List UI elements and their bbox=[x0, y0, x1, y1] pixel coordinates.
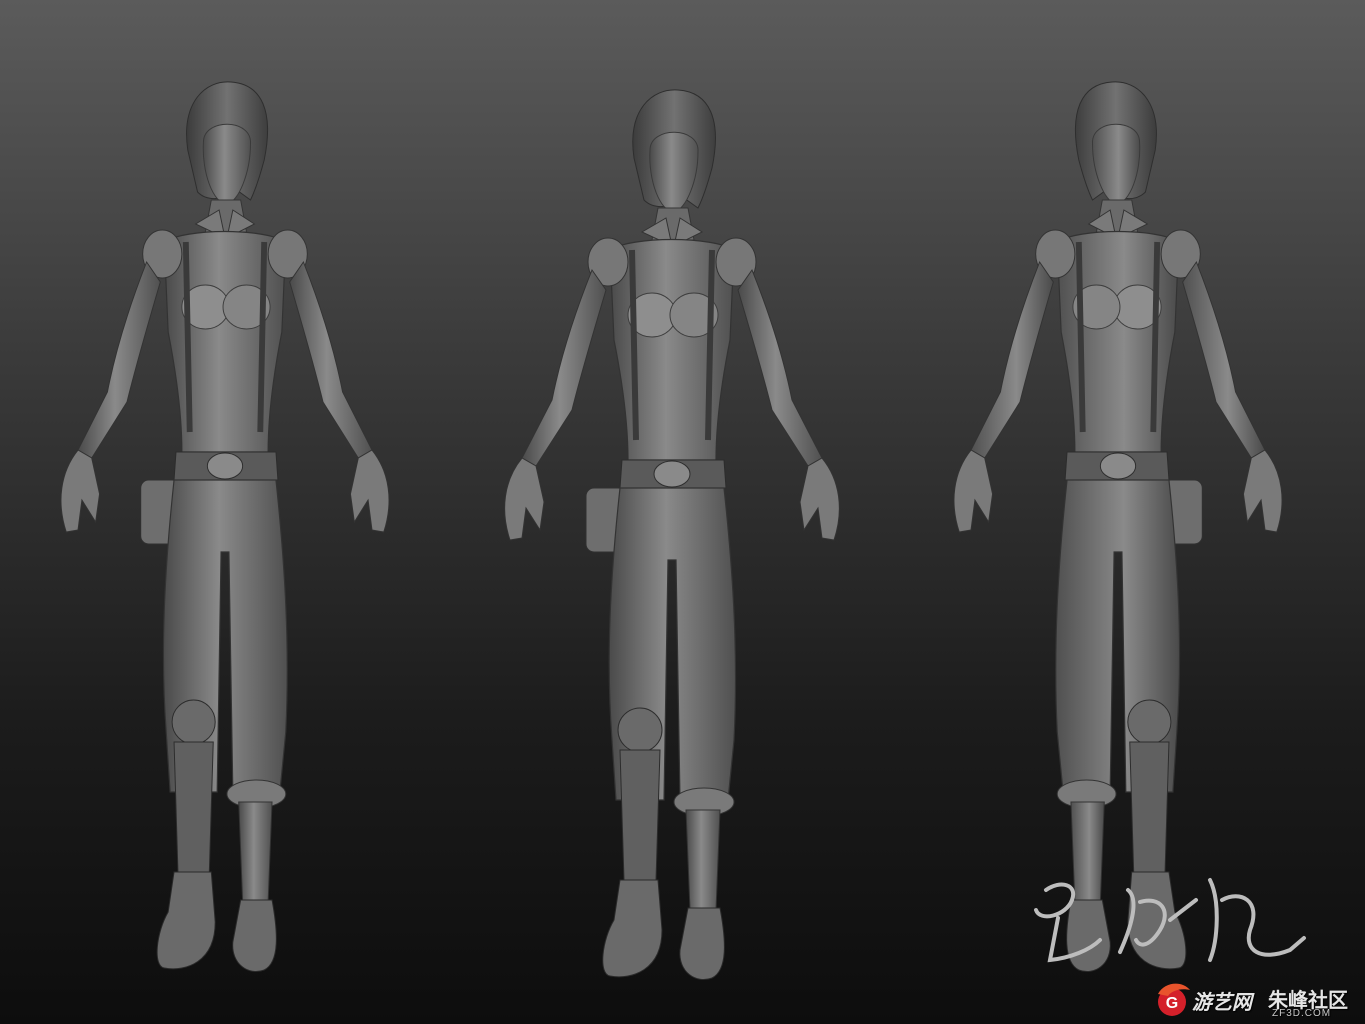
site-logo-icon: G bbox=[1158, 983, 1190, 1016]
site-watermark: G 游艺网 朱峰社区 ZF3D.COM bbox=[1152, 980, 1362, 1020]
watermark-url: ZF3D.COM bbox=[1272, 1008, 1332, 1019]
watermark-site-name: 游艺网 bbox=[1192, 992, 1252, 1014]
sculpt-view-right bbox=[954, 82, 1282, 972]
sculpt-view-front bbox=[505, 90, 840, 980]
svg-text:G: G bbox=[1166, 995, 1178, 1012]
sculpt-view-left bbox=[61, 82, 389, 972]
sculpt-scene bbox=[0, 0, 1306, 1024]
